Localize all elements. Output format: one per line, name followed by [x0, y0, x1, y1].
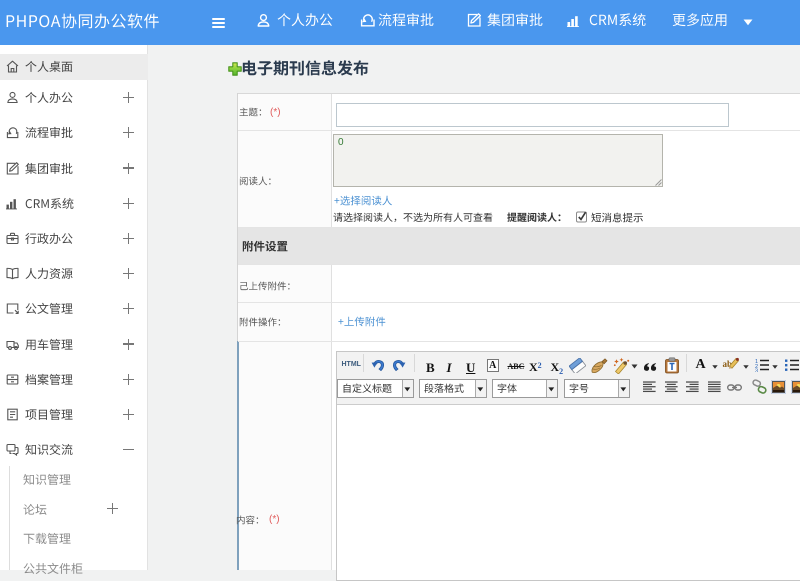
- svg-text:3: 3: [755, 368, 758, 372]
